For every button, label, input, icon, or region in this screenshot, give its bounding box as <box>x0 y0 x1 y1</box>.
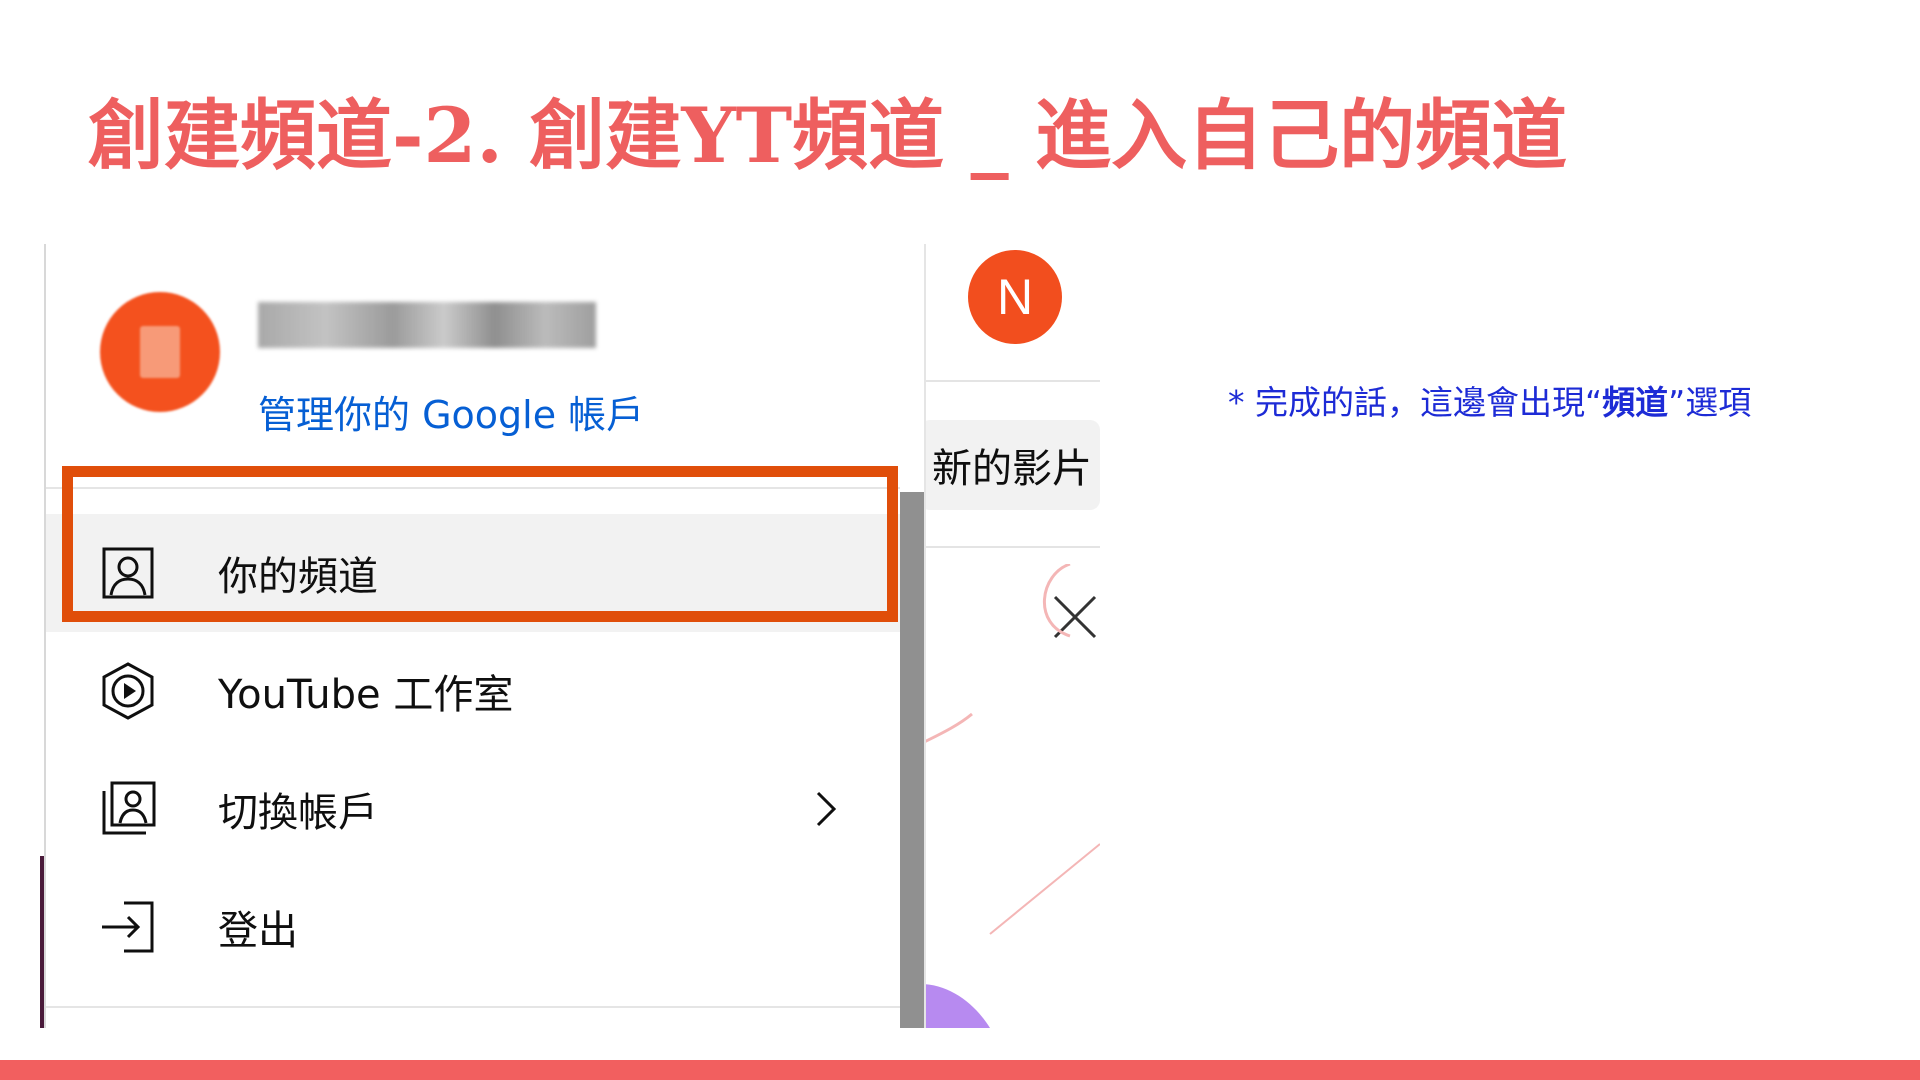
header-avatar-button[interactable]: N <box>968 250 1062 344</box>
background-decoration <box>920 564 1100 1028</box>
menu-item-label: 切換帳戶 <box>218 790 378 836</box>
user-name-blurred <box>258 302 596 348</box>
menu-border <box>924 244 926 1028</box>
note-bold: 頻道 <box>1602 383 1669 422</box>
menu-item-sign-out[interactable]: 登出 <box>46 868 900 986</box>
menu-item-your-channel[interactable]: 你的頻道 <box>46 514 900 632</box>
person-box-icon <box>102 547 154 599</box>
note-suffix: ”選項 <box>1668 383 1752 422</box>
note-prefix: * 完成的話，這邊會出現“ <box>1228 383 1603 422</box>
filter-chip-new-videos[interactable]: 新的影片 <box>920 420 1100 510</box>
menu-item-youtube-studio[interactable]: YouTube 工作室 <box>46 632 900 750</box>
youtube-screenshot: N 新的影片 管理你的 Google 帳戶 你的頻道 YouTube 工作室 切… <box>40 244 1100 1028</box>
bottom-accent-bar <box>0 1060 1920 1080</box>
page-divider <box>926 380 1100 382</box>
chevron-right-icon <box>816 791 837 827</box>
menu-divider <box>46 487 900 489</box>
account-menu: 管理你的 Google 帳戶 你的頻道 YouTube 工作室 切換帳戶 登出 <box>46 244 926 1028</box>
menu-scrollbar[interactable] <box>900 492 924 1028</box>
page-divider <box>926 546 1100 548</box>
annotation-note: * 完成的話，這邊會出現“頻道”選項 <box>1228 376 1751 424</box>
menu-item-label: YouTube 工作室 <box>218 672 514 718</box>
studio-hexagon-icon <box>102 662 154 720</box>
window-edge-dark <box>40 856 44 1028</box>
slide-title: 創建頻道-2. 創建YT頻道 _ 進入自己的頻道 <box>88 91 1568 180</box>
sign-out-icon <box>102 901 154 953</box>
menu-item-label: 登出 <box>218 908 298 954</box>
user-avatar <box>100 292 220 412</box>
switch-account-icon <box>102 781 156 835</box>
menu-item-switch-account[interactable]: 切換帳戶 <box>46 750 900 868</box>
menu-divider <box>46 1006 900 1008</box>
avatar-letter-blurred <box>140 326 180 378</box>
manage-google-account-link[interactable]: 管理你的 Google 帳戶 <box>258 384 644 439</box>
menu-item-label: 你的頻道 <box>218 554 378 600</box>
